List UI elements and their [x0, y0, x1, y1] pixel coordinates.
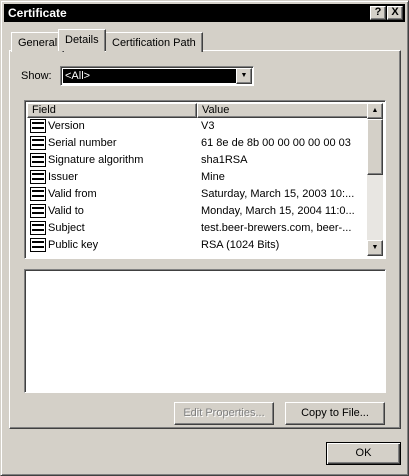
close-button[interactable]: X	[387, 6, 403, 20]
scroll-down-arrow-icon[interactable]: ▼	[367, 240, 383, 256]
tab-general[interactable]: General	[11, 32, 65, 52]
vertical-scrollbar[interactable]: ▲ ▼	[367, 103, 383, 256]
copy-to-file-button[interactable]: Copy to File...	[285, 402, 385, 425]
field-detail-textbox[interactable]	[24, 269, 386, 393]
tab-certification-path[interactable]: Certification Path	[105, 32, 203, 52]
show-selected-value: <All>	[63, 69, 237, 83]
certificate-dialog: Certificate ? X General Details Certific…	[0, 0, 409, 476]
list-row[interactable]: Version V3	[27, 118, 371, 135]
field-value: V3	[201, 120, 215, 132]
field-value: RSA (1024 Bits)	[201, 239, 280, 251]
field-value: test.beer-brewers.com, beer-...	[201, 222, 352, 234]
field-value: 61 8e de 8b 00 00 00 00 00 03	[201, 137, 351, 149]
fields-list[interactable]: Field Value Version V3 Serial number 61 …	[24, 100, 386, 259]
title-bar[interactable]: Certificate ? X	[4, 4, 405, 22]
column-header-field[interactable]: Field	[27, 103, 197, 118]
field-value: Monday, March 15, 2004 11:0...	[201, 205, 355, 217]
certificate-field-icon	[30, 238, 46, 252]
field-name: Serial number	[48, 137, 117, 149]
list-row[interactable]: Serial number 61 8e de 8b 00 00 00 00 00…	[27, 135, 371, 152]
field-value: Saturday, March 15, 2003 10:...	[201, 188, 355, 200]
list-row[interactable]: Valid to Monday, March 15, 2004 11:0...	[27, 203, 371, 220]
list-row[interactable]: Subject test.beer-brewers.com, beer-...	[27, 220, 371, 237]
window-title: Certificate	[8, 6, 67, 20]
list-row[interactable]: Public key RSA (1024 Bits)	[27, 237, 371, 254]
scroll-up-arrow-icon[interactable]: ▲	[367, 103, 383, 119]
certificate-field-icon	[30, 136, 46, 150]
field-name: Version	[48, 120, 85, 132]
help-button[interactable]: ?	[370, 6, 386, 20]
certificate-field-icon	[30, 119, 46, 133]
field-name: Valid to	[48, 205, 84, 217]
dropdown-arrow-icon[interactable]: ▼	[236, 68, 252, 84]
certificate-field-icon	[30, 204, 46, 218]
list-row[interactable]: Issuer Mine	[27, 169, 371, 186]
column-header-value[interactable]: Value	[197, 103, 371, 118]
field-name: Public key	[48, 239, 99, 251]
list-header: Field Value	[27, 103, 371, 118]
tab-details[interactable]: Details	[58, 29, 106, 51]
field-name: Valid from	[48, 188, 97, 200]
field-value: Mine	[201, 171, 225, 183]
field-name: Subject	[48, 222, 85, 234]
show-label: Show:	[21, 70, 52, 82]
list-row[interactable]: Signature algorithm sha1RSA	[27, 152, 371, 169]
scrollbar-thumb[interactable]	[367, 119, 383, 175]
ok-button[interactable]: OK	[326, 442, 401, 465]
field-name: Issuer	[48, 171, 78, 183]
list-row[interactable]: Valid from Saturday, March 15, 2003 10:.…	[27, 186, 371, 203]
field-value: sha1RSA	[201, 154, 248, 166]
show-dropdown[interactable]: <All> ▼	[60, 66, 254, 86]
edit-properties-button[interactable]: Edit Properties...	[174, 402, 274, 425]
certificate-field-icon	[30, 170, 46, 184]
certificate-field-icon	[30, 221, 46, 235]
certificate-field-icon	[30, 153, 46, 167]
field-name: Signature algorithm	[48, 154, 144, 166]
certificate-field-icon	[30, 187, 46, 201]
